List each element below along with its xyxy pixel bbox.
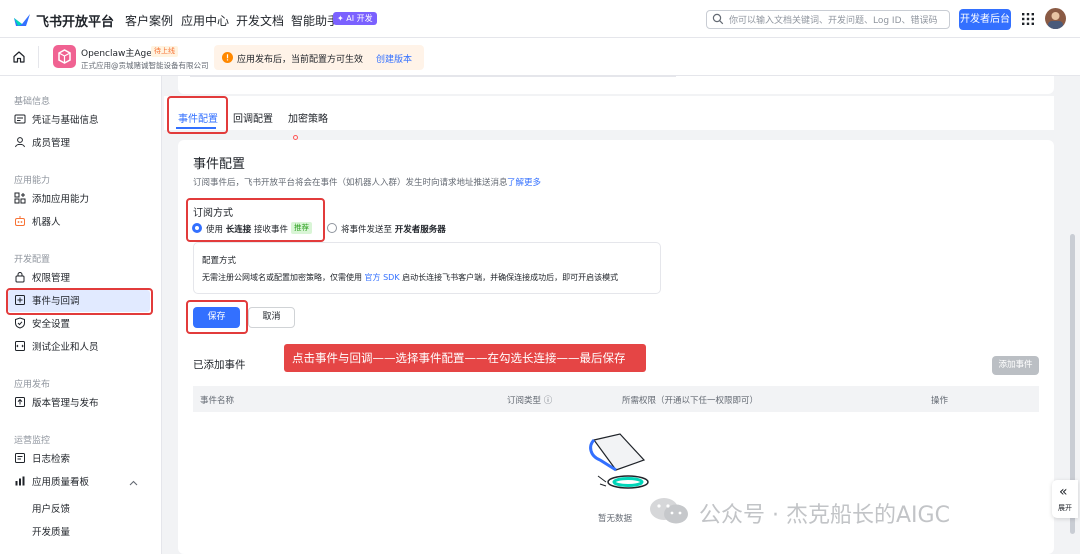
search-placeholder: 你可以输入文档关键词、开发问题、Log ID、错误码 [729, 16, 938, 26]
user-icon [15, 137, 25, 148]
wechat-icon [650, 498, 688, 524]
desc-suffix: 启动长连接飞书客户端，并确保连接成功后，即可开启该模式 [402, 273, 619, 282]
create-version-link[interactable]: 创建版本 [376, 52, 412, 65]
sidebar-item-security[interactable]: 安全设置 [14, 316, 70, 334]
lock-icon [15, 272, 25, 283]
sidebar-item-label: 版本管理与发布 [32, 398, 99, 409]
sidebar-item-quality[interactable]: 应用质量看板 [14, 474, 89, 492]
previous-card [178, 76, 1054, 94]
sidebar-item-credentials[interactable]: 凭证与基础信息 [14, 112, 99, 130]
sidebar-section-release: 应用发布 [14, 380, 51, 390]
annotation-banner: 点击事件与回调——选择事件配置——在勾选长连接——最后保存 [284, 344, 646, 372]
feishu-logo-icon[interactable] [12, 10, 32, 28]
brand-name[interactable]: 飞书开放平台 [36, 11, 114, 30]
sidebar-item-label: 日志检索 [32, 454, 71, 465]
sidebar-item-label: 凭证与基础信息 [32, 115, 99, 126]
app-grid-icon[interactable] [1022, 13, 1034, 25]
tab-callback-config[interactable]: 回调配置 [233, 110, 273, 125]
status-badge: 待上线 [151, 46, 178, 57]
sidebar-item-label: 成员管理 [32, 138, 71, 149]
learn-more-link[interactable]: 了解更多 [507, 176, 541, 188]
desc-prefix: 无需注册公网域名或配置加密策略，仅需使用 [202, 273, 362, 282]
sidebar-item-label: 测试企业和人员 [32, 342, 99, 353]
nav-dev-docs[interactable]: 开发文档 [236, 12, 284, 29]
tab-encryption[interactable]: 加密策略 [288, 110, 328, 125]
chevron-up-icon[interactable] [129, 480, 138, 486]
add-event-button[interactable]: 添加事件 [992, 356, 1039, 375]
highlight-box-subscribe [186, 198, 325, 242]
column-event-name: 事件名称 [200, 396, 235, 406]
shield-icon [15, 317, 25, 329]
apps-add-icon [14, 192, 26, 204]
sidebar-section-basic: 基础信息 [14, 97, 51, 107]
sidebar-subitem-dev-quality[interactable]: 开发质量 [32, 524, 70, 538]
config-info-box [193, 242, 661, 294]
config-method-title: 配置方式 [202, 256, 237, 266]
log-icon [15, 453, 25, 463]
watermark-text: 公众号 · 杰克船长的AIGC [699, 503, 950, 528]
sidebar-subitem-feedback[interactable]: 用户反馈 [32, 501, 70, 515]
highlight-box-save [186, 300, 248, 334]
sidebar-item-label: 安全设置 [32, 319, 71, 330]
sidebar-item-label: 机器人 [32, 217, 61, 228]
radio-dev-server[interactable] [327, 223, 337, 233]
sidebar-item-robot[interactable]: 机器人 [14, 214, 61, 232]
app-company: 正式应用@贡城赌诚智能设备有限公司 [81, 61, 209, 70]
cancel-button[interactable]: 取消 [248, 307, 295, 328]
expand-label: 展开 [1058, 504, 1072, 512]
double-chevron-left-icon: « [1059, 484, 1068, 500]
sidebar-item-add-capability[interactable]: 添加应用能力 [14, 191, 89, 209]
sidebar-section-dev: 开发配置 [14, 255, 51, 265]
avatar[interactable] [1045, 8, 1066, 29]
sidebar-item-members[interactable]: 成员管理 [14, 135, 70, 153]
column-subscribe-type: 订阅类型 ⓘ [507, 396, 553, 406]
warning-icon [222, 52, 233, 63]
empty-state-text: 暂无数据 [598, 514, 633, 524]
test-icon [15, 341, 25, 351]
highlight-box-tab [167, 96, 228, 134]
empty-state-icon [589, 433, 649, 489]
sidebar-item-permissions[interactable]: 权限管理 [14, 270, 70, 288]
app-name: Openclaw主Agent [81, 49, 162, 59]
sidebar-item-label: 添加应用能力 [32, 194, 90, 205]
id-card-icon [14, 114, 26, 124]
nav-ai-assistant[interactable]: 智能助手 [291, 12, 339, 29]
nav-app-center[interactable]: 应用中心 [181, 12, 229, 29]
divider [190, 76, 676, 77]
app-icon [53, 45, 76, 68]
home-icon[interactable] [12, 50, 26, 64]
chart-icon [15, 476, 25, 486]
notice-text: 应用发布后，当前配置方可生效 [237, 55, 364, 65]
divider [38, 46, 39, 68]
option-bold: 开发者服务器 [394, 225, 446, 235]
sidebar-item-label: 应用质量看板 [32, 477, 90, 488]
sidebar-section-capability: 应用能力 [14, 176, 51, 186]
sidebar-item-label: 权限管理 [32, 273, 71, 284]
sidebar-item-test-users[interactable]: 测试企业和人员 [14, 339, 99, 357]
robot-icon [15, 216, 25, 226]
dev-console-button[interactable]: 开发者后台 [959, 9, 1011, 30]
column-actions: 操作 [931, 396, 949, 406]
official-sdk-link[interactable]: 官方 SDK [365, 273, 400, 282]
search-icon [712, 13, 724, 25]
sidebar-item-versions[interactable]: 版本管理与发布 [14, 395, 99, 413]
section-description: 订阅事件后，飞书开放平台将会在事件（如机器人入群）发生时向请求地址推送消息 [193, 178, 508, 188]
config-method-desc: 无需注册公网域名或配置加密策略，仅需使用 官方 SDK 启动长连接飞书客户端，并… [202, 272, 618, 283]
sidebar-section-monitor: 运营监控 [14, 436, 51, 446]
highlight-box-sidebar [6, 288, 153, 315]
column-permissions: 所需权限（开通以下任一权限即可） [622, 396, 759, 406]
option-prefix: 将事件发送至 [341, 225, 393, 235]
ai-badge: ✦ AI 开发 [333, 12, 377, 25]
nav-customer-cases[interactable]: 客户案例 [125, 12, 173, 29]
events-table-header [193, 386, 1039, 412]
page-title: 事件配置 [193, 157, 246, 172]
radio-dev-server-label[interactable]: 将事件发送至 开发者服务器 [341, 223, 446, 235]
added-events-title: 已添加事件 [193, 359, 246, 371]
sidebar-item-logs[interactable]: 日志检索 [14, 451, 70, 469]
upload-icon [15, 397, 25, 407]
